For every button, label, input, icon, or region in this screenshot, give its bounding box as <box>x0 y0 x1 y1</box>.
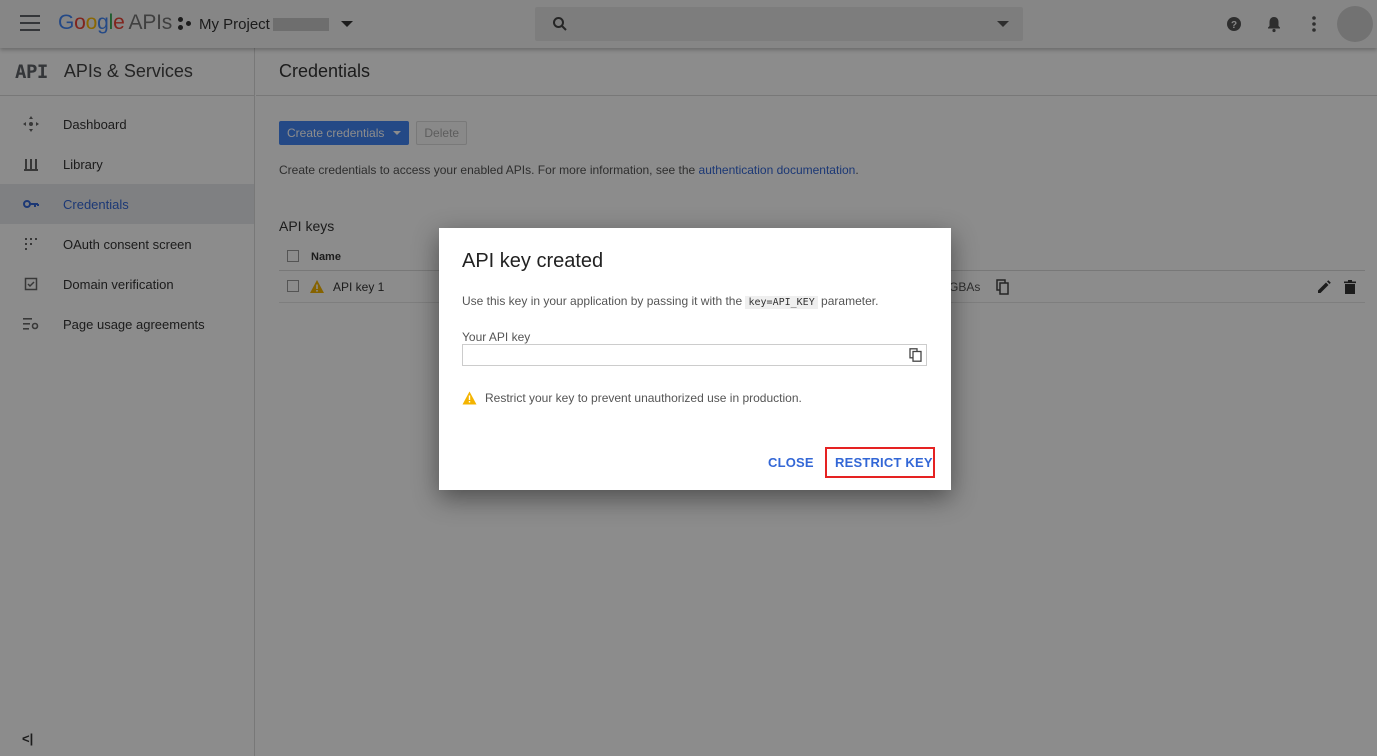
dialog-title: API key created <box>462 250 604 272</box>
warning-icon <box>462 391 477 405</box>
key-parameter-code: key=API_KEY <box>745 296 818 309</box>
api-key-input[interactable] <box>463 345 893 365</box>
dialog-description: Use this key in your application by pass… <box>462 294 879 309</box>
api-key-field-label: Your API key <box>462 330 531 344</box>
restrict-warning: Restrict your key to prevent unauthorize… <box>462 391 802 405</box>
copy-to-clipboard-icon[interactable] <box>909 348 923 362</box>
close-button[interactable]: CLOSE <box>768 455 814 470</box>
restrict-key-button[interactable]: RESTRICT KEY <box>835 455 933 470</box>
api-key-created-dialog: API key created Use this key in your app… <box>439 228 951 490</box>
api-key-field <box>462 344 927 366</box>
